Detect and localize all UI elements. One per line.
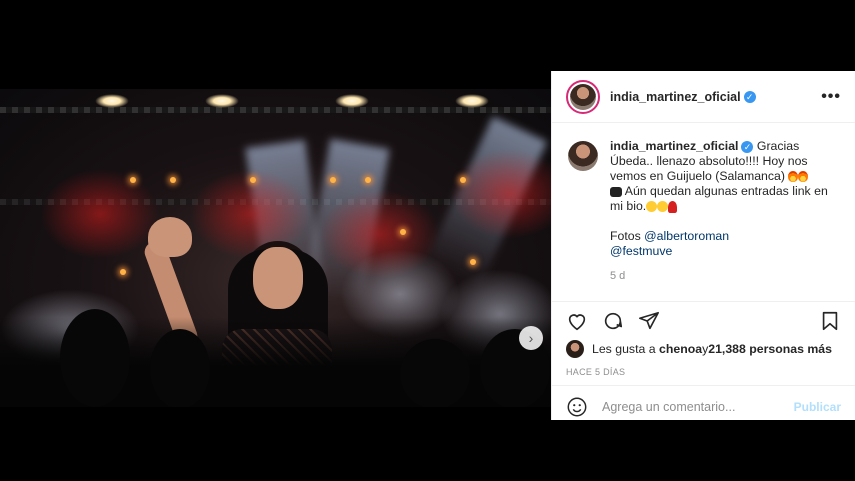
heart-icon[interactable]: [566, 310, 588, 332]
stage-bulb: [120, 269, 126, 275]
caption-time[interactable]: 5 d: [610, 269, 841, 284]
stage-bulb: [330, 177, 336, 183]
username-link[interactable]: india_martinez_oficial ✓: [610, 90, 756, 104]
crowd-head: [60, 309, 130, 407]
caption: india_martinez_oficial ✓ Gracias Úbeda.. …: [552, 123, 855, 301]
verified-badge-icon: ✓: [741, 140, 754, 153]
carousel-next-button[interactable]: ›: [519, 326, 543, 350]
post-sidebar: india_martinez_oficial ✓ ••• india_martin…: [551, 71, 855, 420]
comment-input[interactable]: [602, 399, 794, 414]
emoji-picker-icon[interactable]: [566, 396, 588, 418]
bookmark-icon[interactable]: [819, 310, 841, 332]
stage-bulb: [130, 177, 136, 183]
more-options-icon[interactable]: •••: [821, 88, 841, 106]
verified-badge-icon: ✓: [743, 91, 756, 104]
mention-link[interactable]: @albertoroman: [644, 229, 729, 243]
fire-emoji-icon: [788, 171, 799, 183]
stage-light: [335, 94, 369, 108]
caption-text-2: Aún quedan algunas entradas link en mi b…: [610, 184, 828, 213]
stage-bulb: [250, 177, 256, 183]
photo-credit: Fotos: [610, 229, 645, 243]
avatar[interactable]: [566, 79, 600, 114]
kiss-emoji-icon: [646, 201, 658, 213]
kiss-emoji-icon: [657, 201, 669, 213]
mention-link[interactable]: @festmuve: [610, 244, 672, 258]
stage-bulb: [170, 177, 176, 183]
dancer-emoji-icon: [668, 200, 678, 213]
caption-avatar[interactable]: [566, 139, 600, 173]
crowd-head: [150, 329, 210, 407]
caption-body: india_martinez_oficial ✓ Gracias Úbeda.. …: [610, 139, 841, 301]
post-timestamp[interactable]: HACE 5 DÍAS: [552, 359, 855, 385]
screenshot-frame: › india_martinez_oficial ✓ ••• india_mart…: [0, 0, 855, 481]
stage-bulb: [470, 259, 476, 265]
stage-light: [95, 94, 129, 108]
singer-face: [253, 247, 303, 309]
caption-username[interactable]: india_martinez_oficial: [610, 139, 738, 153]
stage-light: [205, 94, 239, 108]
stage-bulb: [400, 229, 406, 235]
singer-hand: [148, 217, 192, 257]
comment-icon[interactable]: [602, 310, 624, 332]
liker-link[interactable]: chenoa: [659, 342, 702, 356]
stage-bulb: [365, 177, 371, 183]
likes-count-link[interactable]: 21,388 personas más: [708, 342, 832, 356]
stage-bulb: [460, 177, 466, 183]
stage-light: [455, 94, 489, 108]
avatar[interactable]: [566, 340, 584, 358]
share-icon[interactable]: [638, 310, 660, 332]
fire-emoji-icon: [798, 171, 809, 183]
publish-button[interactable]: Publicar: [794, 400, 841, 414]
likes-summary: Les gusta a chenoa y 21,388 personas más: [552, 339, 855, 359]
post-photo[interactable]: ›: [0, 89, 551, 407]
comment-bar: Publicar: [552, 385, 855, 427]
post-header: india_martinez_oficial ✓ •••: [552, 71, 855, 123]
chevron-right-icon: ›: [528, 330, 534, 346]
hat-emoji-icon: [610, 186, 622, 197]
red-glow: [40, 169, 160, 259]
crowd-head: [400, 339, 470, 407]
action-bar: [552, 301, 855, 339]
